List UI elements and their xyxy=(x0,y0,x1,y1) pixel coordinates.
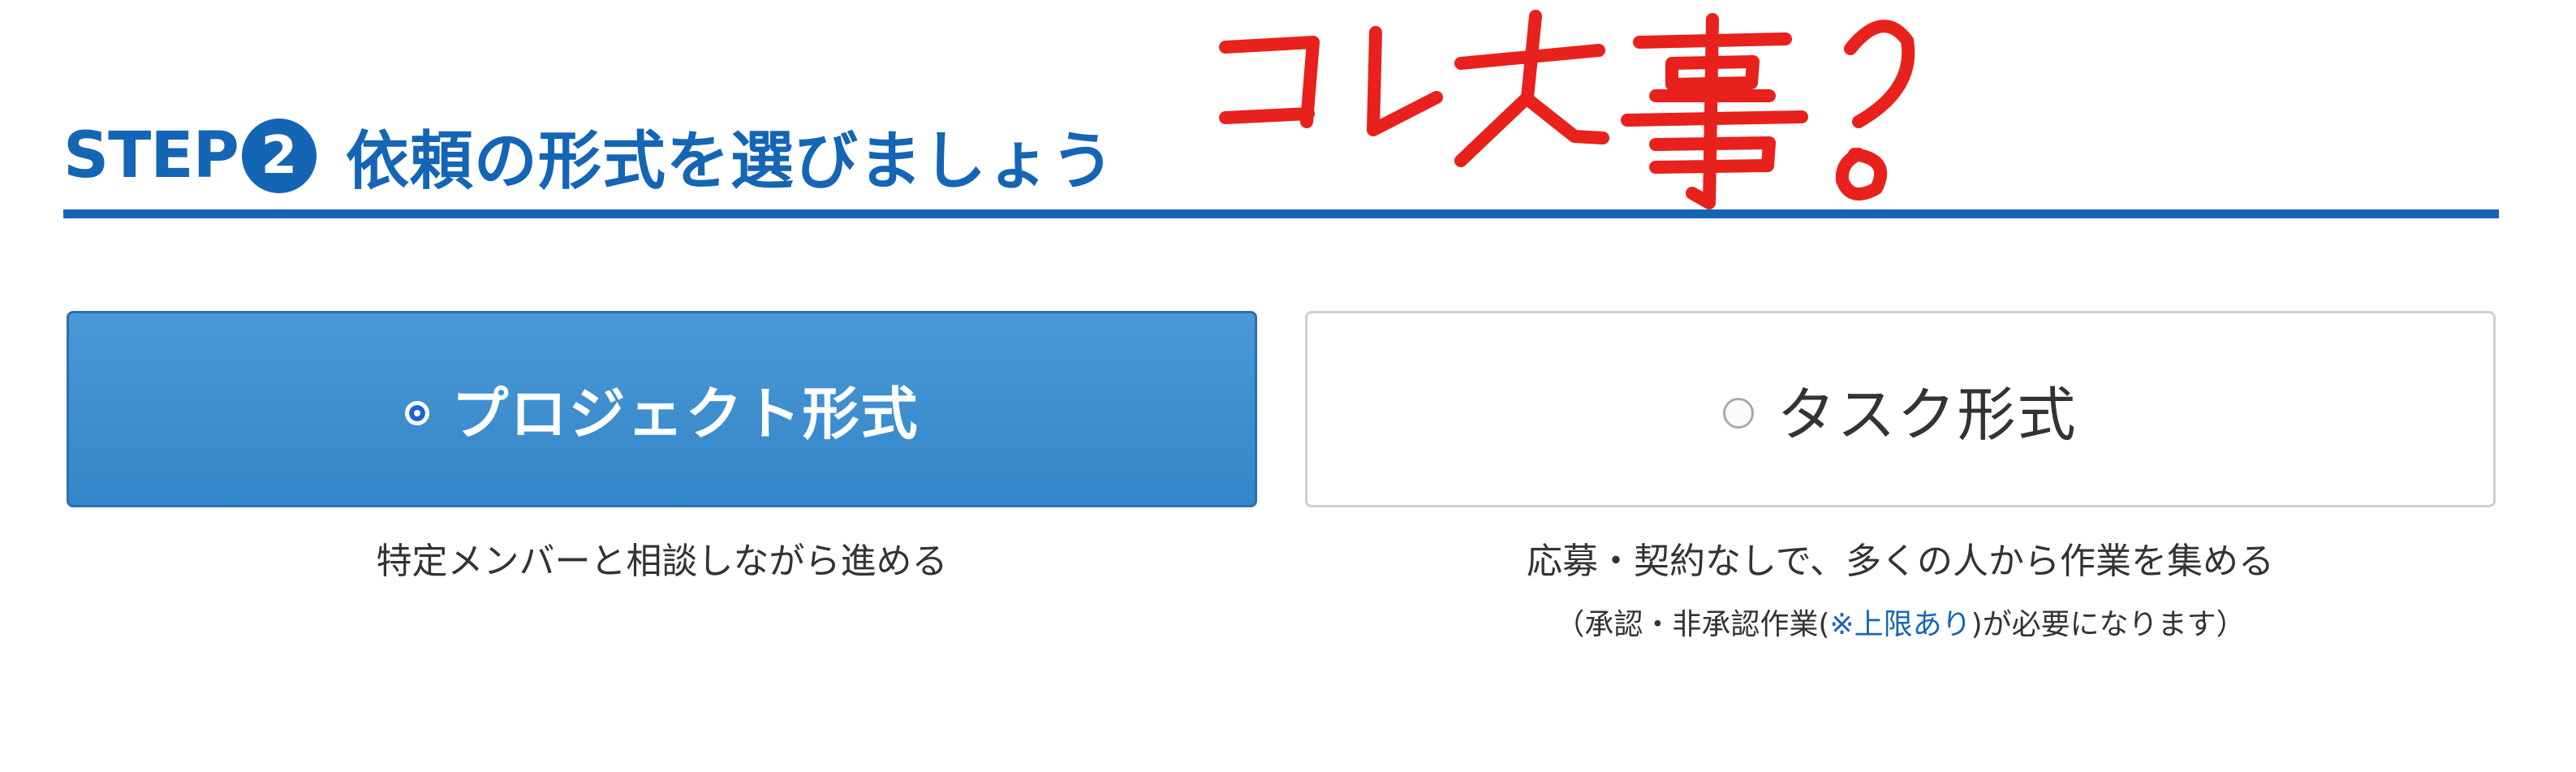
task-format-description: 応募・契約なしで、多くの人から作業を集める xyxy=(1527,541,2274,582)
radio-unselected-icon[interactable] xyxy=(1723,398,1755,429)
project-format-label: プロジェクト形式 xyxy=(451,380,920,447)
task-format-note: （承認・非承認作業(※上限あり)が必要になります） xyxy=(1305,601,2496,643)
step-label: STEP xyxy=(63,119,239,192)
upper-limit-link[interactable]: ※上限あり xyxy=(1829,608,1971,641)
note-prefix: （承認・非承認作業( xyxy=(1555,608,1830,641)
step-heading-text: 依頼の形式を選びましょう xyxy=(345,125,1115,198)
project-format-option[interactable]: プロジェクト形式 xyxy=(67,311,1257,507)
note-suffix: )が必要になります） xyxy=(1971,608,2246,641)
project-format-description: 特定メンバーと相談しながら進める xyxy=(376,541,948,582)
task-format-label: タスク形式 xyxy=(1777,380,2078,449)
handwritten-annotation xyxy=(1219,10,1915,209)
step-number-badge: 2 xyxy=(241,119,317,193)
page-title: STEP 2 依頼の形式を選びましょう xyxy=(63,110,1115,201)
task-format-option[interactable]: タスク形式 xyxy=(1305,311,2496,507)
radio-selected-icon[interactable] xyxy=(404,401,429,425)
